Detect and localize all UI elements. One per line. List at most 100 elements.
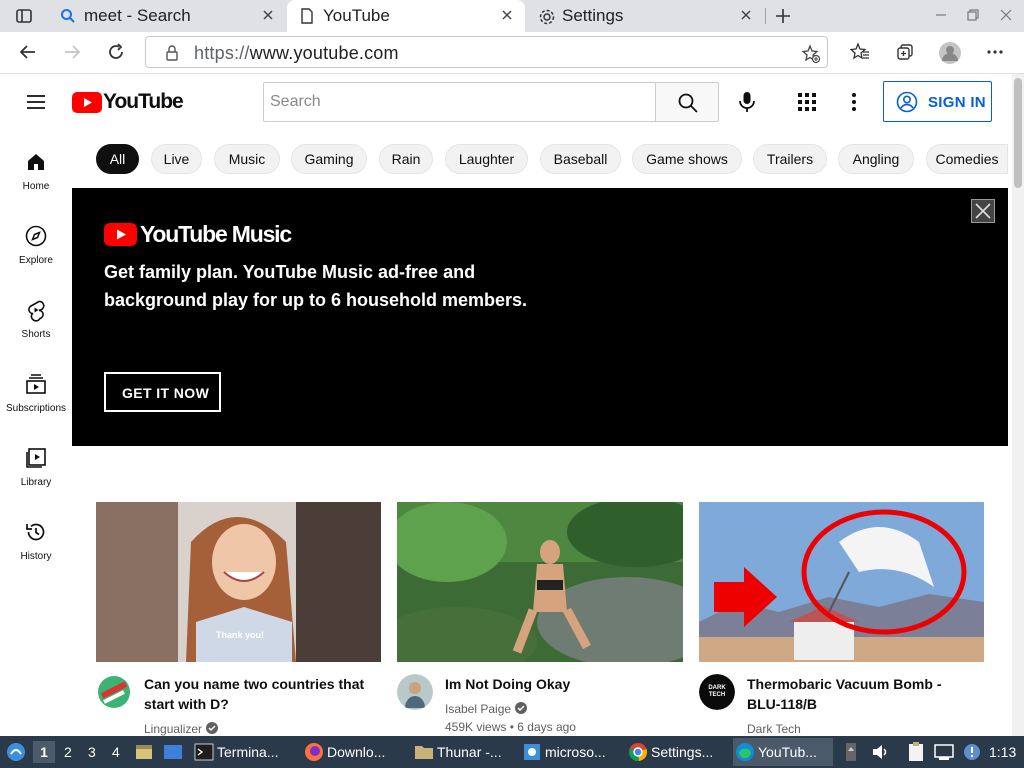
chip-gaming[interactable]: Gaming (291, 144, 367, 174)
browser-tab-strip: meet - Search YouTube Settings (0, 0, 1024, 32)
tab-search[interactable]: meet - Search (48, 0, 286, 32)
taskbar-clock[interactable]: 1:13 (989, 744, 1016, 760)
search-icon (60, 8, 76, 24)
youtube-music-logo: YouTube Music (104, 221, 292, 249)
view-count: 459K views (445, 720, 507, 734)
video-thumbnail[interactable] (397, 502, 683, 662)
tab-actions-icon[interactable] (15, 7, 33, 25)
sidebar-item-label: Explore (19, 255, 53, 266)
close-icon[interactable] (738, 7, 754, 23)
taskbar-app-chrome-settings[interactable]: Settings... (626, 738, 726, 766)
profile-avatar-icon[interactable] (938, 41, 962, 65)
chip-laughter[interactable]: Laughter (445, 144, 528, 174)
video-title[interactable]: Can you name two countries that start wi… (144, 674, 374, 714)
reload-icon[interactable] (106, 42, 126, 62)
scroll-indicator-icon[interactable] (845, 742, 857, 762)
chip-game-shows[interactable]: Game shows (632, 144, 742, 174)
microphone-icon[interactable] (737, 91, 757, 113)
search-button[interactable] (655, 82, 719, 122)
sidebar-item-explore[interactable]: Explore (0, 224, 72, 298)
channel-name[interactable]: Lingualizer (144, 722, 218, 736)
lock-icon[interactable] (164, 44, 180, 62)
sidebar-item-shorts[interactable]: Shorts (0, 298, 72, 372)
channel-avatar[interactable]: DARK TECH (699, 674, 735, 710)
volume-icon[interactable] (870, 742, 890, 762)
files-launcher-icon[interactable] (134, 742, 154, 762)
hamburger-menu-icon[interactable] (26, 93, 46, 111)
network-icon[interactable] (933, 742, 955, 762)
favorites-icon[interactable] (849, 42, 870, 62)
folder-icon (414, 742, 434, 762)
tab-divider (765, 8, 766, 24)
chip-comedies[interactable]: Comedies (926, 144, 1008, 174)
video-title[interactable]: Thermobaric Vacuum Bomb - BLU-118/B (747, 674, 977, 714)
favorite-add-icon[interactable] (801, 44, 821, 64)
channel-name[interactable]: Isabel Paige (445, 702, 527, 716)
scrollbar-thumb[interactable] (1014, 78, 1022, 188)
sidebar-item-label: Library (20, 477, 52, 488)
settings-dots-icon[interactable] (851, 92, 857, 112)
sidebar-item-label: Home (22, 181, 50, 192)
forward-icon[interactable] (62, 42, 82, 62)
workspace-3[interactable]: 3 (88, 744, 96, 760)
taskbar-app-label: Settings... (651, 744, 714, 760)
taskbar-app-microsoft[interactable]: microso... (520, 738, 620, 766)
taskbar-app-thunar[interactable]: Thunar -... (412, 738, 512, 766)
tab-settings[interactable]: Settings (526, 0, 764, 32)
chip-all[interactable]: All (96, 144, 139, 174)
channel-avatar[interactable] (397, 674, 433, 710)
tab-youtube[interactable]: YouTube (287, 0, 525, 32)
sidebar-item-history[interactable]: History (0, 520, 72, 594)
collections-icon[interactable] (895, 42, 915, 62)
back-icon[interactable] (18, 42, 38, 62)
desktop-icon[interactable] (163, 742, 183, 762)
video-thumbnail[interactable]: Thank you! (96, 502, 381, 662)
youtube-logo[interactable]: YouTube (72, 90, 184, 114)
apps-grid-icon[interactable] (798, 93, 816, 111)
search-input[interactable] (263, 82, 656, 122)
avatar-text: DARK TECH (708, 685, 726, 698)
sidebar-item-subscriptions[interactable]: Subscriptions (0, 372, 72, 446)
url-text: https://www.youtube.com (194, 43, 399, 64)
banner-close-button[interactable] (971, 199, 995, 223)
chip-live[interactable]: Live (151, 144, 202, 174)
chip-angling[interactable]: Angling (838, 144, 914, 174)
workspace-4[interactable]: 4 (112, 744, 120, 760)
restore-icon[interactable] (966, 8, 980, 22)
workspace-1[interactable]: 1 (33, 741, 55, 763)
workspace-2[interactable]: 2 (64, 744, 72, 760)
sidebar-item-library[interactable]: Library (0, 446, 72, 520)
tab-title: meet - Search (84, 6, 191, 25)
channel-name[interactable]: Dark Tech (747, 722, 801, 736)
sign-in-label: SIGN IN (928, 94, 986, 111)
video-thumbnail[interactable] (699, 502, 984, 662)
window-close-icon[interactable] (999, 8, 1013, 22)
video-title[interactable]: Im Not Doing Okay (445, 674, 675, 694)
taskbar-app-firefox[interactable]: Downlo... (302, 738, 402, 766)
close-icon[interactable] (260, 7, 276, 23)
close-icon[interactable] (499, 7, 515, 23)
get-it-now-button[interactable]: GET IT NOW (104, 372, 221, 412)
channel-avatar[interactable] (96, 674, 132, 710)
chip-baseball[interactable]: Baseball (540, 144, 621, 174)
minimize-icon[interactable] (934, 8, 948, 22)
page-scrollbar[interactable] (1012, 74, 1024, 736)
sign-in-button[interactable]: SIGN IN (883, 81, 992, 122)
subscriptions-icon (24, 372, 48, 396)
clipboard-icon[interactable] (906, 741, 926, 763)
chip-rain[interactable]: Rain (379, 144, 433, 174)
notification-icon[interactable] (962, 742, 982, 762)
taskbar-app-terminal[interactable]: Termina... (192, 738, 292, 766)
sidebar-item-home[interactable]: Home (0, 150, 72, 224)
start-menu-icon[interactable] (6, 742, 26, 762)
taskbar-app-edge-youtube[interactable]: YouTub... (733, 738, 833, 766)
taskbar-app-label: Thunar -... (437, 744, 502, 760)
chip-trailers[interactable]: Trailers (753, 144, 827, 174)
address-bar[interactable]: https://www.youtube.com (145, 36, 828, 68)
more-icon[interactable] (985, 44, 1005, 60)
chrome-icon (628, 742, 648, 762)
chip-music[interactable]: Music (214, 144, 280, 174)
home-icon (24, 150, 48, 174)
app-icon (522, 742, 542, 762)
new-tab-icon[interactable] (774, 7, 792, 25)
